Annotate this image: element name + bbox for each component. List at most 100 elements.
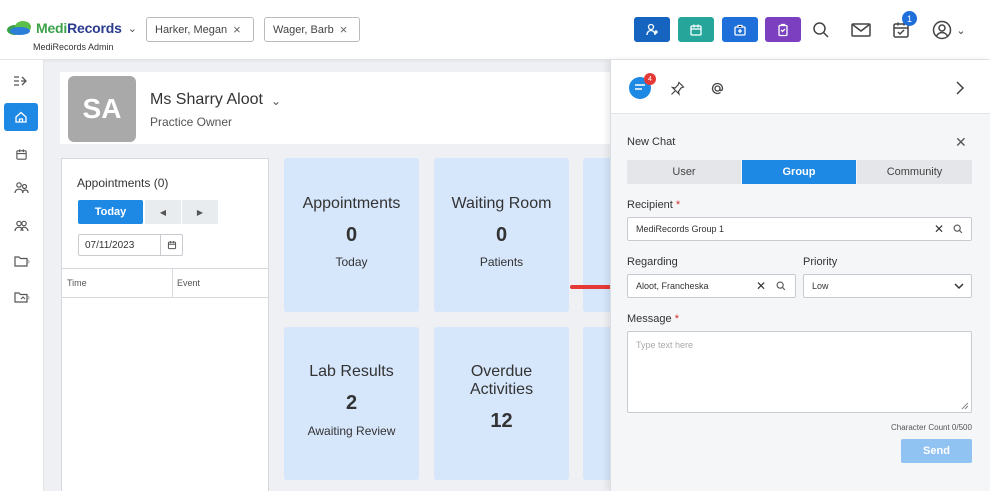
tab-user[interactable]: User: [627, 160, 741, 184]
recipient-value: MediRecords Group 1: [636, 224, 725, 234]
resize-handle-icon[interactable]: [961, 402, 969, 410]
tasks-button[interactable]: 1: [888, 11, 917, 44]
mail-button[interactable]: [848, 16, 874, 44]
appointments-panel: Appointments (0) Today ◀ ▶ 07/11/2023 Ti…: [61, 158, 269, 491]
unread-badge: 4: [644, 73, 656, 85]
app-name-part2: Records: [67, 20, 122, 36]
regarding-field[interactable]: Aloot, Francheska ✕: [627, 274, 796, 298]
today-button[interactable]: Today: [78, 200, 143, 224]
mail-icon: [851, 23, 871, 37]
new-chat-title: New Chat: [627, 136, 676, 148]
rail-item-documents[interactable]: [4, 247, 38, 275]
app-name: MediRecords: [36, 20, 122, 36]
home-icon: [15, 111, 27, 123]
user-menu-button[interactable]: ⌄: [928, 16, 970, 44]
tile-title: Appointments: [302, 195, 401, 212]
regarding-value: Aloot, Francheska: [636, 281, 709, 291]
tile-title: Lab Results: [309, 363, 394, 380]
chevron-down-icon[interactable]: ⌄: [128, 22, 137, 35]
user-circle-icon: [933, 20, 952, 40]
close-icon[interactable]: ×: [340, 22, 348, 37]
search-icon[interactable]: [776, 281, 786, 293]
pin-icon: [670, 80, 685, 96]
recipient-field[interactable]: MediRecords Group 1 ✕: [627, 217, 972, 241]
tile-waiting-room[interactable]: Waiting Room 0 Patients: [434, 158, 569, 312]
rail-item-patients[interactable]: [4, 174, 38, 202]
collapse-panel-button[interactable]: [947, 75, 973, 101]
mentions-tab-button[interactable]: [704, 75, 730, 101]
column-event: Event: [177, 278, 201, 288]
close-icon[interactable]: ✕: [955, 134, 967, 151]
next-day-button[interactable]: ▶: [182, 200, 218, 224]
search-button[interactable]: [808, 16, 834, 44]
expand-rail-button[interactable]: [4, 67, 38, 95]
patient-tab-label: Wager, Barb: [273, 23, 334, 36]
patient-tab-label: Harker, Megan: [155, 23, 228, 36]
tile-title-line1: Overdue: [470, 363, 533, 380]
date-value: 07/11/2023: [85, 239, 135, 251]
tab-community[interactable]: Community: [857, 160, 972, 184]
left-rail: › ›: [0, 60, 44, 491]
clipboard-button[interactable]: [765, 17, 801, 42]
calendar-button[interactable]: [678, 17, 714, 42]
chat-panel: 4 New Chat ✕ User Group Community Recipi…: [610, 60, 990, 491]
appointments-grid-header: Time Event: [62, 268, 268, 298]
profile-role: Practice Owner: [150, 115, 233, 129]
rail-item-contacts[interactable]: [4, 212, 38, 240]
prev-day-button[interactable]: ◀: [145, 200, 181, 224]
priority-label: Priority: [803, 256, 838, 268]
tile-title: Waiting Room: [451, 195, 552, 212]
chat-panel-header: 4: [611, 60, 990, 114]
calendar-icon: [690, 24, 702, 36]
tile-value: 0: [345, 224, 358, 246]
pinned-tab-button[interactable]: [664, 75, 690, 101]
column-divider: [172, 269, 173, 298]
app-subtitle: MediRecords Admin: [33, 42, 114, 52]
appointments-title: Appointments (0): [77, 176, 169, 190]
user-add-icon: [646, 23, 658, 35]
clear-icon[interactable]: ✕: [934, 222, 944, 236]
app-logo[interactable]: MediRecords ⌄: [6, 20, 137, 36]
folder-icon: [14, 256, 28, 267]
rail-item-shared-documents[interactable]: [4, 283, 38, 311]
tile-partial-bottom[interactable]: [583, 327, 610, 480]
patient-tab-harker[interactable]: Harker, Megan ×: [146, 17, 254, 42]
tile-value: 12: [490, 410, 513, 432]
message-label-text: Message: [627, 313, 672, 325]
close-icon[interactable]: ×: [233, 22, 241, 37]
priority-select[interactable]: Low: [803, 274, 972, 298]
chevron-right-icon: ›: [27, 256, 30, 266]
date-input[interactable]: 07/11/2023: [78, 234, 183, 256]
message-textarea[interactable]: Type text here: [627, 331, 972, 413]
chat-tab-button[interactable]: 4: [627, 73, 656, 101]
recipient-label: Recipient *: [627, 199, 681, 211]
priority-value: Low: [812, 281, 829, 291]
calendar-icon[interactable]: [160, 235, 182, 255]
chat-bubble-icon: 4: [629, 73, 656, 99]
regarding-label: Regarding: [627, 256, 678, 268]
search-icon: [813, 22, 829, 38]
add-patient-button[interactable]: [634, 17, 670, 42]
tile-overdue-activities[interactable]: Overdue Activities 12: [434, 327, 569, 480]
cloud-logo-icon: [6, 20, 34, 36]
tile-appointments[interactable]: Appointments 0 Today: [284, 158, 419, 312]
rail-item-home[interactable]: [4, 103, 38, 131]
chevron-right-icon: ›: [27, 292, 30, 302]
chevron-down-icon[interactable]: ⌄: [271, 94, 281, 108]
column-time: Time: [67, 278, 87, 288]
medical-case-button[interactable]: [722, 17, 758, 42]
tile-lab-results[interactable]: Lab Results 2 Awaiting Review: [284, 327, 419, 480]
recipient-label-text: Recipient: [627, 199, 673, 211]
folder-shared-icon: [14, 292, 28, 303]
clipboard-icon: [778, 23, 788, 36]
profile-name[interactable]: Ms Sharry Aloot: [150, 91, 263, 109]
rail-item-calendar[interactable]: [4, 140, 38, 168]
send-button[interactable]: Send: [901, 439, 972, 463]
top-bar: MediRecords ⌄ MediRecords Admin Harker, …: [0, 0, 990, 60]
clear-icon[interactable]: ✕: [756, 279, 766, 293]
group-icon: [13, 220, 29, 232]
search-icon[interactable]: [953, 224, 963, 236]
patient-tab-wager[interactable]: Wager, Barb ×: [264, 17, 360, 42]
tab-group[interactable]: Group: [742, 160, 856, 184]
avatar: SA: [68, 76, 136, 142]
